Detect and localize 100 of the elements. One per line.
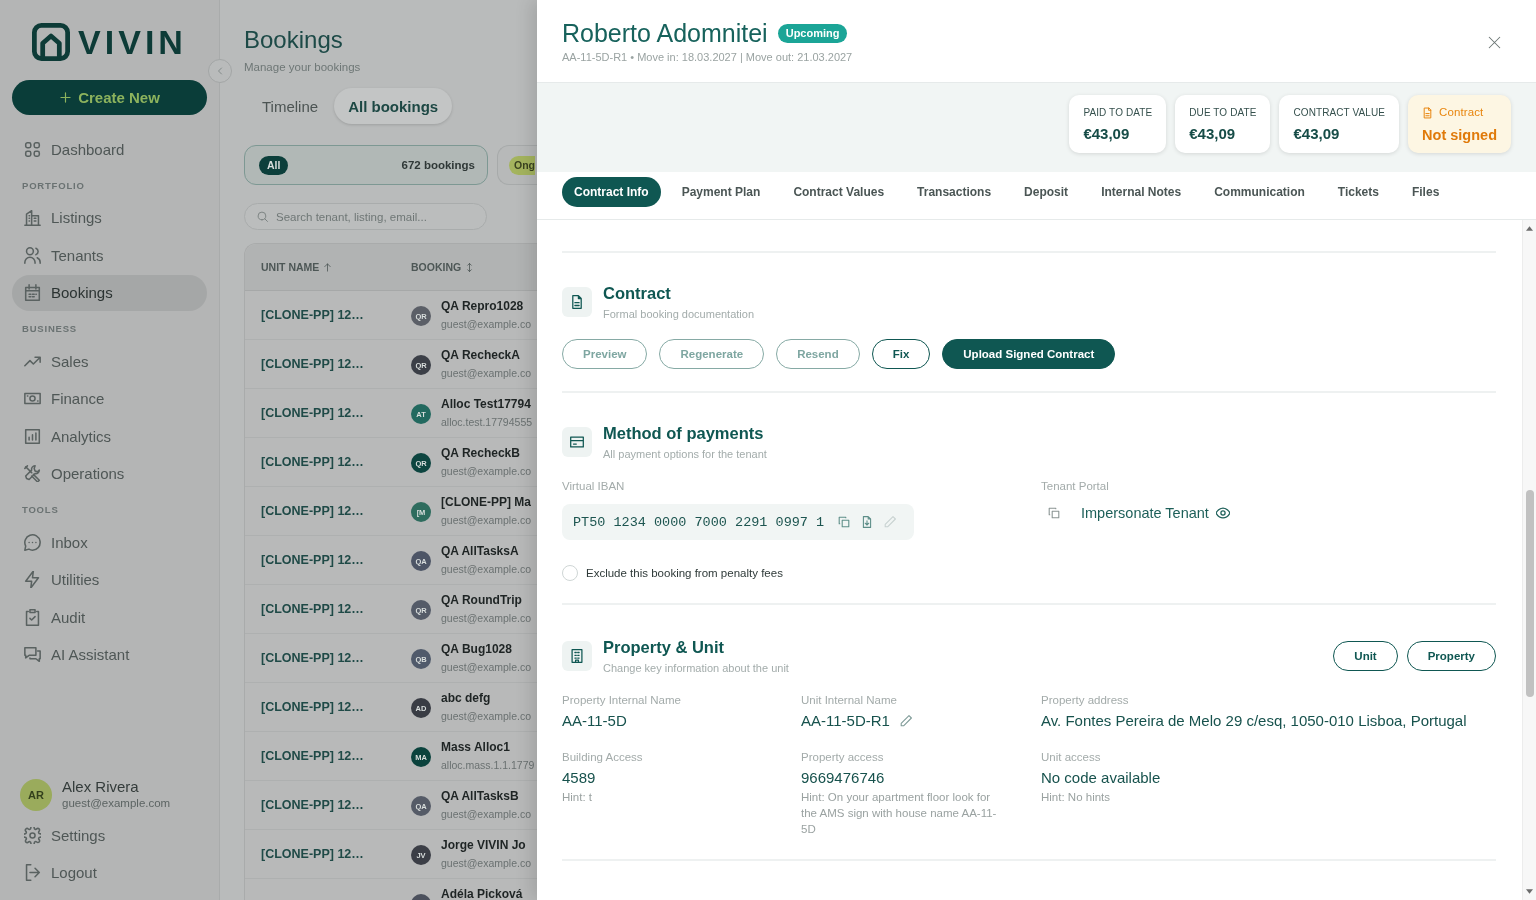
field-label: Tenant Portal bbox=[1041, 479, 1110, 493]
stat-value: €43,09 bbox=[1083, 124, 1131, 144]
column-header[interactable]: UNIT NAME bbox=[261, 261, 411, 273]
stat-value: €43,09 bbox=[1293, 124, 1341, 144]
view-tab[interactable]: All bookings bbox=[334, 88, 453, 124]
tab[interactable]: Internal Notes bbox=[1089, 177, 1194, 207]
section-subtitle: Formal booking documentation bbox=[603, 307, 755, 321]
action-button[interactable]: Unit bbox=[1333, 641, 1398, 671]
sidebar-item[interactable]: AI Assistant bbox=[12, 636, 207, 673]
tab[interactable]: Communication bbox=[1202, 177, 1317, 207]
chevron-left-icon bbox=[215, 66, 225, 76]
unit-name: [CLONE-PP] 12… bbox=[261, 455, 364, 469]
pencil-icon[interactable] bbox=[899, 714, 912, 727]
section-title: Property & Unit bbox=[603, 637, 725, 657]
filter-card[interactable]: Ong bbox=[497, 145, 537, 185]
tenant-name: abc defg bbox=[441, 691, 492, 705]
sidebar-item[interactable]: Inbox bbox=[12, 524, 207, 560]
user-email: guest@example.com bbox=[62, 796, 171, 811]
field-label: Unit Internal Name bbox=[801, 693, 898, 707]
scrollbar[interactable] bbox=[1522, 220, 1536, 900]
iban-number: PT50 1234 0000 7000 2291 0997 1 bbox=[573, 514, 825, 530]
section-subtitle: All payment options for the tenant bbox=[603, 447, 767, 461]
sidebar-item[interactable]: Logout bbox=[12, 854, 207, 891]
action-button[interactable]: Fix bbox=[871, 339, 931, 369]
unit-name: [CLONE-PP] 12… bbox=[261, 308, 364, 322]
booking-meta: AA-11-5D-R1 • Move in: 18.03.2027 | Move out: 21.03.2027 bbox=[562, 50, 853, 65]
tenant-name: QA AllTasksA bbox=[441, 544, 520, 558]
tab[interactable]: Tickets bbox=[1325, 177, 1391, 207]
tenant-name: Adéla Picková bbox=[441, 887, 523, 900]
search-icon bbox=[257, 211, 268, 222]
section-heading: TOOLS bbox=[22, 504, 59, 516]
unit-name: [CLONE-PP] 12… bbox=[261, 847, 364, 861]
checkbox[interactable] bbox=[562, 565, 578, 581]
impersonate-link[interactable]: Impersonate Tenant bbox=[1081, 505, 1230, 521]
logout-icon bbox=[24, 864, 41, 881]
sidebar-item[interactable]: Utilities bbox=[12, 561, 207, 598]
tenant-email: guest@example.co bbox=[441, 856, 532, 870]
sort-icon[interactable] bbox=[465, 262, 475, 272]
unit-name: [CLONE-PP] 12… bbox=[261, 504, 364, 518]
tenant-email: guest@example.co bbox=[441, 562, 532, 576]
tenant-name: QA AllTasksB bbox=[441, 789, 520, 803]
unit-name: [CLONE-PP] 12… bbox=[261, 602, 364, 616]
sidebar-item[interactable]: Finance bbox=[12, 380, 207, 417]
section-heading: BUSINESS bbox=[22, 323, 77, 335]
search-field[interactable]: Search tenant, listing, email... bbox=[244, 203, 487, 230]
sort-up-icon[interactable] bbox=[323, 262, 333, 272]
building-icon bbox=[562, 641, 592, 671]
field-label: Virtual IBAN bbox=[562, 479, 626, 493]
unit-name: [CLONE-PP] 12… bbox=[261, 798, 364, 812]
scroll-down-icon[interactable] bbox=[1526, 889, 1533, 894]
sidebar-item[interactable]: Audit bbox=[12, 599, 207, 635]
field-label: Property address bbox=[1041, 693, 1130, 707]
page-title: Bookings bbox=[244, 25, 343, 55]
scroll-up-icon[interactable] bbox=[1526, 226, 1533, 231]
scrollbar-thumb[interactable] bbox=[1525, 490, 1534, 697]
dashboard-icon bbox=[24, 140, 41, 158]
action-button[interactable]: Property bbox=[1406, 641, 1496, 671]
document-icon bbox=[1422, 106, 1434, 119]
sidebar-item[interactable]: Tenants bbox=[12, 237, 207, 273]
sidebar-item[interactable]: Settings bbox=[12, 817, 207, 853]
tab[interactable]: Contract Info bbox=[562, 177, 661, 207]
tenant-email: alloc.mass.1.1.1779 bbox=[441, 758, 535, 772]
tools-icon bbox=[24, 465, 41, 482]
sidebar-item[interactable]: Listings bbox=[12, 199, 207, 236]
tab[interactable]: Transactions bbox=[905, 177, 1004, 207]
unit-name: [CLONE-PP] 12… bbox=[261, 651, 364, 665]
sidebar-item[interactable]: Dashboard bbox=[12, 131, 207, 167]
close-button[interactable] bbox=[1487, 35, 1502, 50]
section-subtitle: Change key information about the unit bbox=[603, 661, 789, 675]
sidebar-item[interactable]: Analytics bbox=[12, 418, 207, 454]
credit-card-icon bbox=[562, 427, 592, 457]
tab[interactable]: Contract Values bbox=[781, 177, 897, 207]
copy-icon[interactable] bbox=[838, 516, 851, 528]
unit-name: [CLONE-PP] 12… bbox=[261, 700, 364, 714]
calendar-icon bbox=[24, 284, 41, 301]
tenant-email: guest@example.co bbox=[441, 366, 532, 380]
status-badge: All bbox=[259, 155, 289, 175]
column-header[interactable]: BOOKING bbox=[411, 261, 475, 273]
sidebar-item[interactable]: Operations bbox=[12, 455, 207, 492]
tenant-name: Alloc Test17794 bbox=[441, 397, 532, 411]
action-button[interactable]: Upload Signed Contract bbox=[942, 339, 1116, 369]
sidebar-item[interactable]: Sales bbox=[12, 343, 207, 379]
status-badge: Upcoming bbox=[777, 23, 848, 43]
tenant-name: Jorge VIVIN Jo bbox=[441, 838, 527, 852]
tab[interactable]: Files bbox=[1399, 177, 1452, 207]
tab[interactable]: Payment Plan bbox=[669, 177, 773, 207]
status-badge: Ong bbox=[509, 155, 535, 175]
building-icon bbox=[24, 209, 41, 226]
tab[interactable]: Deposit bbox=[1012, 177, 1081, 207]
file-download-icon[interactable] bbox=[861, 516, 874, 528]
copy-icon[interactable] bbox=[1048, 507, 1060, 519]
create-new-button[interactable]: Create New bbox=[12, 80, 207, 115]
section-heading: PORTFOLIO bbox=[22, 179, 85, 192]
sidebar-item[interactable]: Bookings bbox=[12, 274, 207, 311]
tenant-name: QA RecheckB bbox=[441, 446, 521, 460]
field-hint: Hint: On your apartment floor look for the AMS sign with house name AA-11-5D bbox=[801, 790, 998, 837]
tenant-email: guest@example.co bbox=[441, 660, 532, 674]
filter-card[interactable]: All 672 bookings bbox=[244, 145, 488, 185]
chat-icon bbox=[24, 533, 41, 551]
view-tab[interactable]: Timeline bbox=[244, 88, 335, 124]
